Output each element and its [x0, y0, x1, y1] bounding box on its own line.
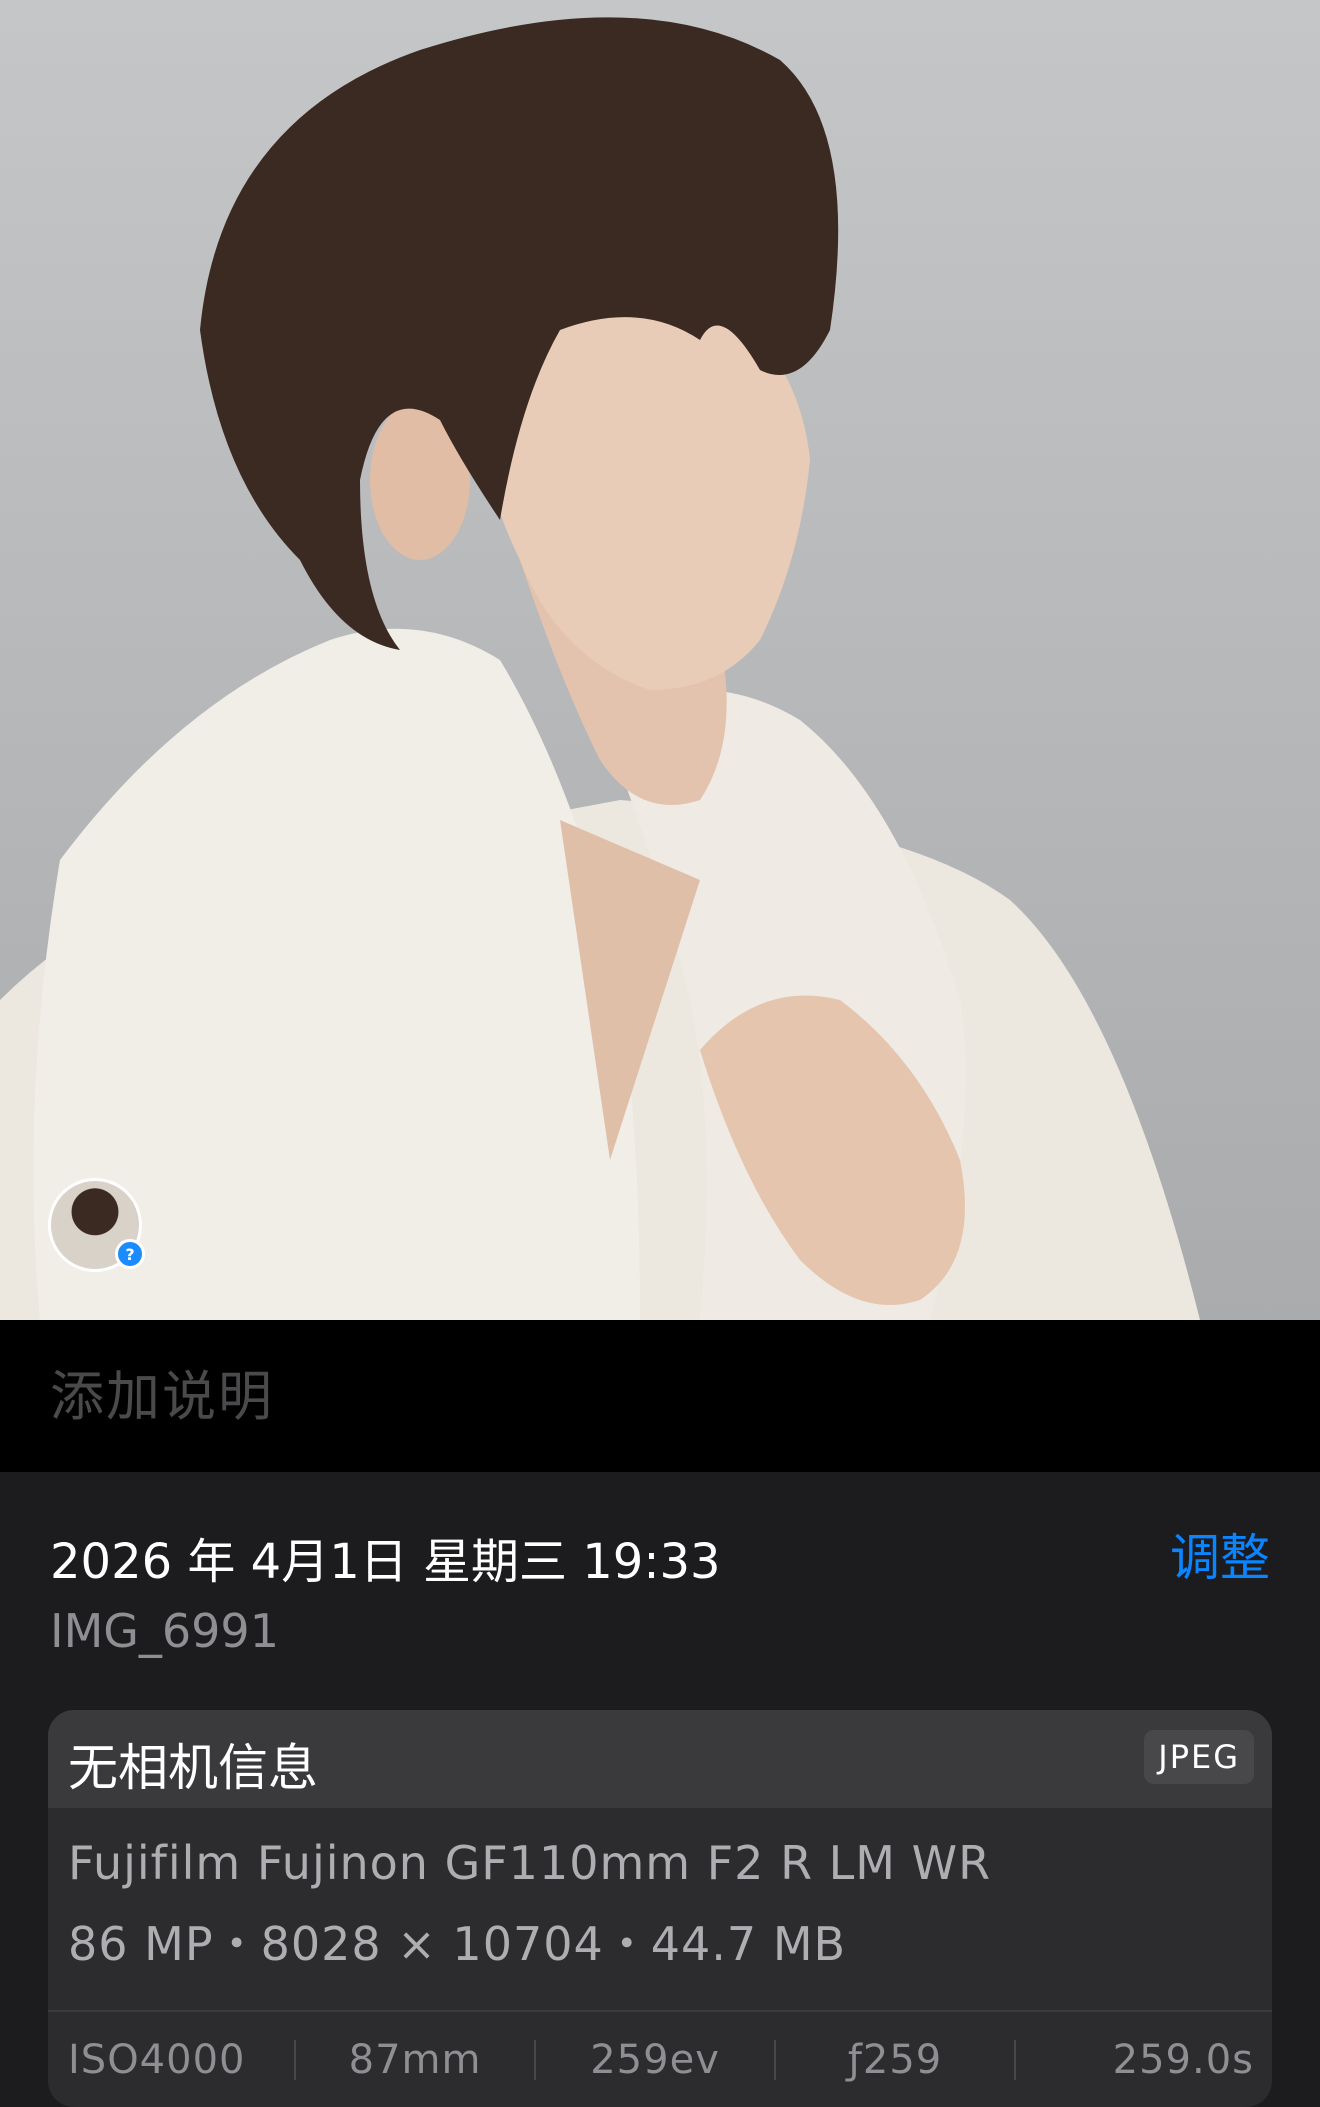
- camera-info-card: 无相机信息 JPEG Fujifilm Fujinon GF110mm F2 R…: [48, 1710, 1272, 2107]
- adjust-button[interactable]: 调整: [1170, 1518, 1270, 1590]
- camera-info-title: 无相机信息: [68, 1739, 318, 1797]
- format-badge: JPEG: [1144, 1730, 1254, 1784]
- photo-datetime: 2026 年 4月1日 星期三 19:33: [50, 1534, 721, 1590]
- photo-info-panel: 2026 年 4月1日 星期三 19:33 调整 IMG_6991 无相机信息 …: [0, 1472, 1320, 2107]
- exif-row: ISO4000 87mm 259ev ƒ259 259.0s: [48, 2012, 1272, 2107]
- photo-viewer[interactable]: ?: [0, 0, 1320, 1320]
- caption-bar: 添加说明: [0, 1320, 1320, 1472]
- photo-image: [0, 17, 1200, 1320]
- exif-shutter: 259.0s: [1112, 2036, 1255, 2083]
- lens-info: Fujifilm Fujinon GF110mm F2 R LM WR: [68, 1836, 992, 1890]
- image-specs: 86 MP・8028 × 10704・44.7 MB: [68, 1917, 847, 1971]
- photo-filename: IMG_6991: [50, 1604, 279, 1658]
- exif-iso: ISO4000: [68, 2036, 246, 2083]
- camera-info-header: 无相机信息 JPEG: [48, 1710, 1272, 1808]
- caption-input[interactable]: 添加说明: [50, 1352, 274, 1431]
- exif-aperture: ƒ259: [847, 2036, 943, 2083]
- exif-focal-length: 87mm: [348, 2036, 482, 2083]
- exif-exposure-comp: 259ev: [590, 2036, 720, 2083]
- avatar[interactable]: ?: [48, 1178, 145, 1272]
- help-badge-icon[interactable]: ?: [115, 1239, 145, 1269]
